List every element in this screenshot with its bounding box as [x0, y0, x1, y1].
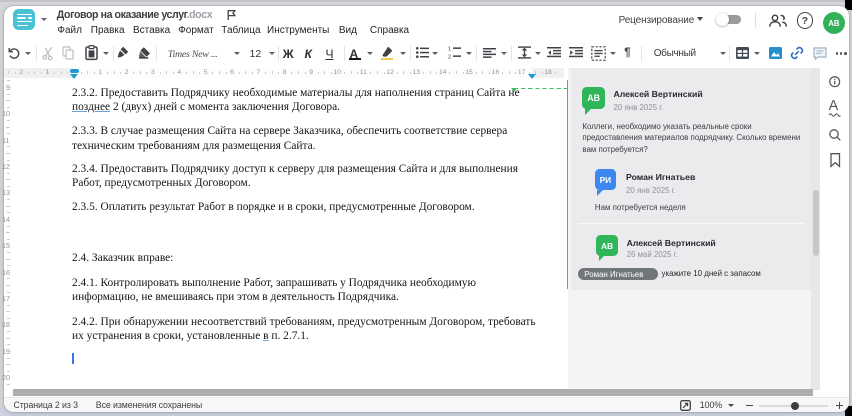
svg-text:2: 2	[448, 55, 451, 61]
svg-text:1: 1	[448, 47, 451, 53]
